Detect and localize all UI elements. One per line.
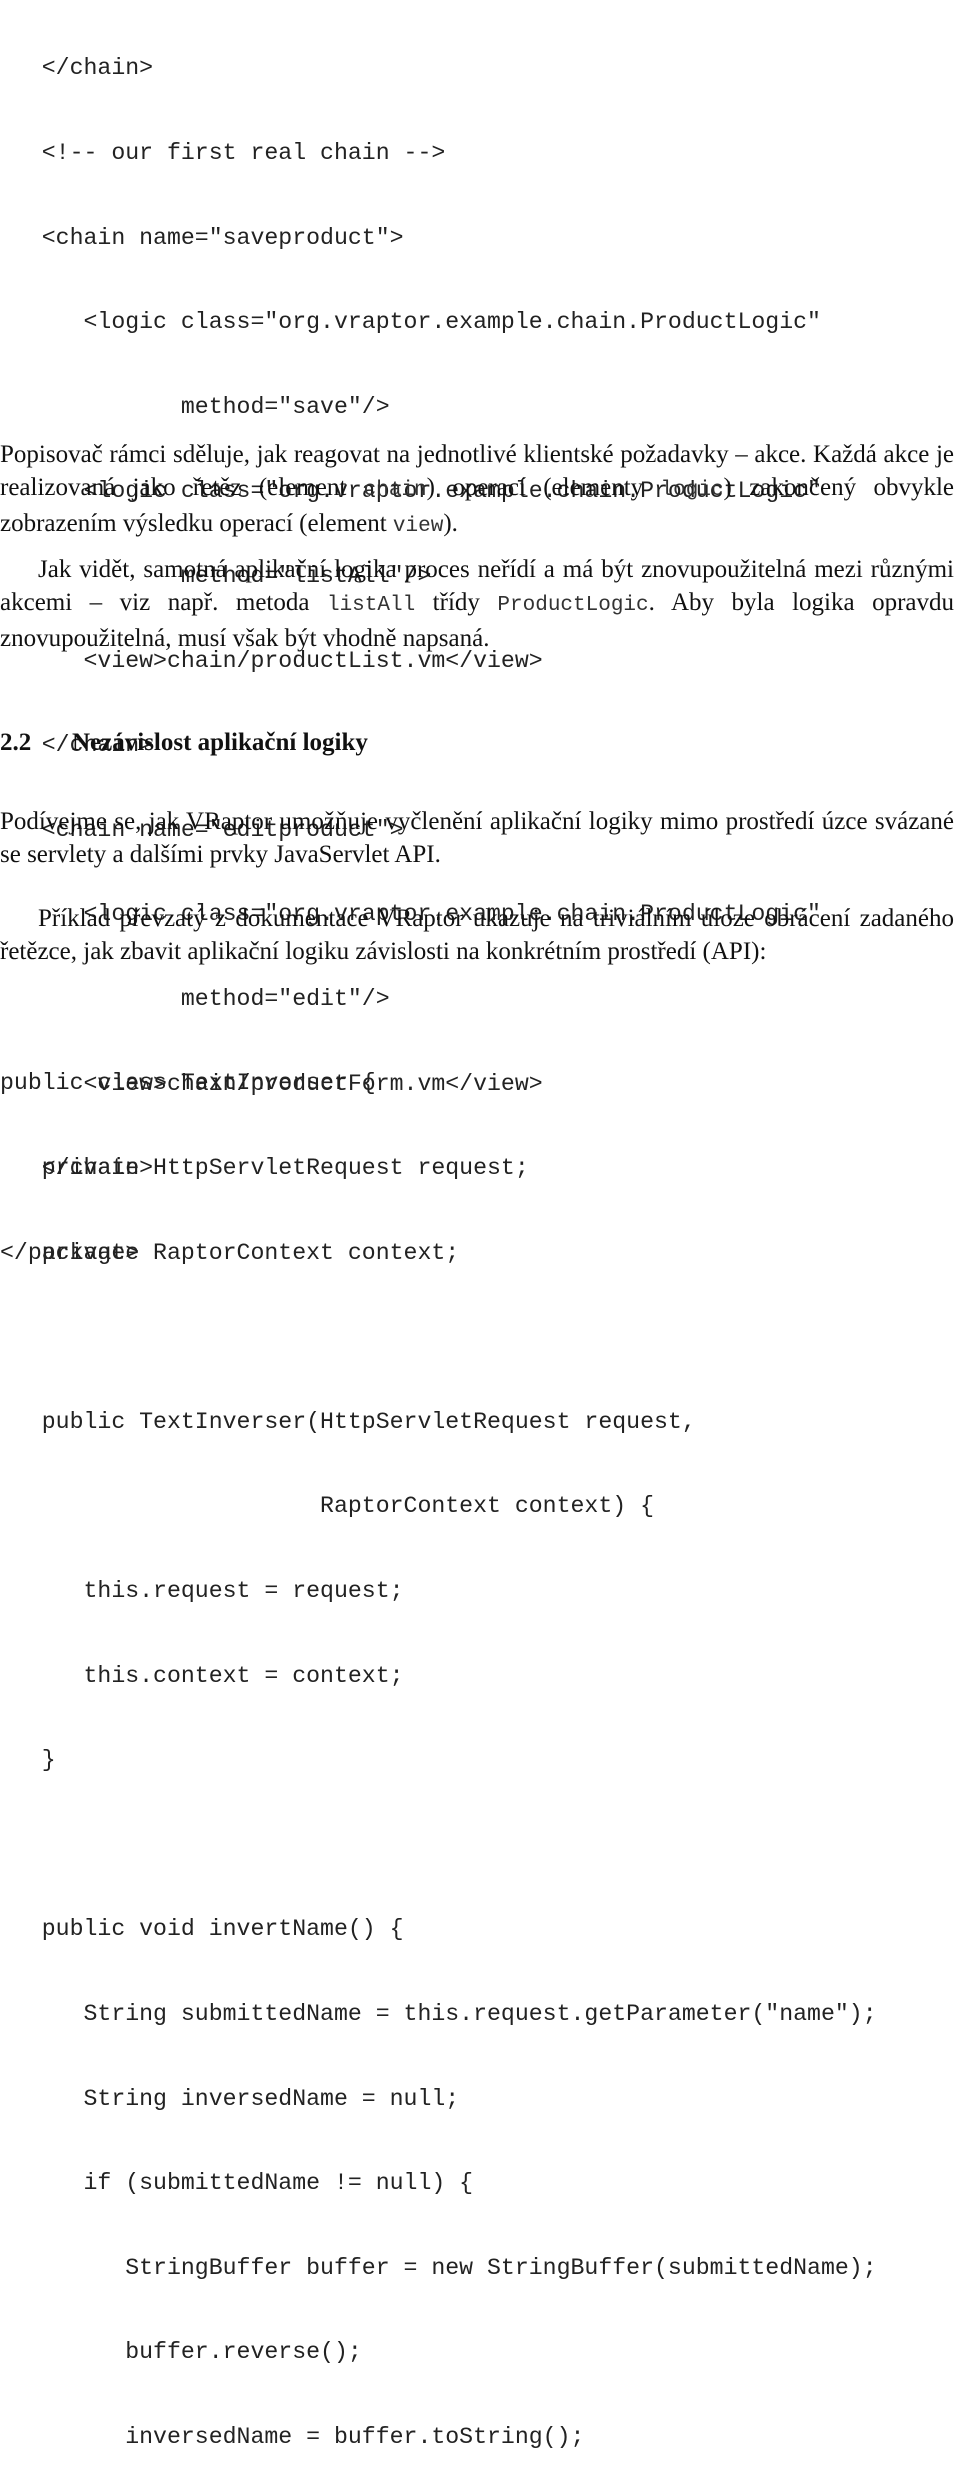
paragraph-example: Příklad převzatý z dokumentace VRaptor u… <box>0 902 954 968</box>
inline-code: chain <box>363 479 427 502</box>
code-line: String inversedName = null; <box>0 2085 460 2112</box>
inline-code: ProductLogic <box>497 594 649 617</box>
code-line: if (submittedName != null) { <box>0 2170 474 2197</box>
code-line: private HttpServletRequest request; <box>0 1155 529 1181</box>
paragraph-actions: Popisovač rámci sděluje, jak reagovat na… <box>0 438 954 543</box>
text-run: třídy <box>415 589 498 616</box>
code-line: String submittedName = this.request.getP… <box>0 2000 877 2027</box>
inline-code: logic <box>660 479 724 502</box>
code-line: <chain name="saveproduct"> <box>0 224 404 251</box>
code-line: inversedName = buffer.toString(); <box>0 2423 585 2450</box>
paragraph-text: Jak vidět, samotná aplikační logika proc… <box>0 553 954 655</box>
code-line: this.request = request; <box>0 1577 404 1604</box>
code-line: </chain> <box>0 55 154 82</box>
text-run: ) operací (elementy <box>426 474 661 501</box>
code-line: StringBuffer buffer = new StringBuffer(s… <box>0 2254 877 2281</box>
code-line: method="save"/> <box>0 393 390 420</box>
section-number: 2.2 <box>0 729 32 756</box>
code-line: public class TextInverser { <box>0 1070 376 1097</box>
paragraph-text: Popisovač rámci sděluje, jak reagovat na… <box>0 438 954 543</box>
java-code-block: public class TextInverser { private Http… <box>0 1013 877 2479</box>
code-line: buffer.reverse(); <box>0 2339 362 2366</box>
code-line: RaptorContext context) { <box>0 1493 654 1520</box>
code-line: public void invertName() { <box>0 1916 404 1943</box>
code-line: <logic class="org.vraptor.example.chain.… <box>0 309 821 336</box>
code-line: method="edit"/> <box>0 985 390 1012</box>
section-title: Nezávislost aplikační logiky <box>72 729 368 756</box>
code-line: } <box>0 1747 56 1774</box>
section-heading: 2.2 Nezávislost aplikační logiky <box>0 726 368 759</box>
code-line: private RaptorContext context; <box>0 1239 460 1266</box>
inline-code: view <box>392 515 444 538</box>
code-line: this.context = context; <box>0 1662 404 1689</box>
paragraph-text: Příklad převzatý z dokumentace VRaptor u… <box>0 905 954 965</box>
code-line: public TextInverser(HttpServletRequest r… <box>0 1408 696 1435</box>
paragraph-reusability: Jak vidět, samotná aplikační logika proc… <box>0 553 954 655</box>
code-line: <!-- our first real chain --> <box>0 140 446 166</box>
text-run: ). <box>443 510 458 537</box>
paragraph-intro: Podívejme se, jak VRaptor umožňuje vyčle… <box>0 805 954 871</box>
paragraph-text: Podívejme se, jak VRaptor umožňuje vyčle… <box>0 808 954 868</box>
inline-code: listAll <box>326 594 416 617</box>
